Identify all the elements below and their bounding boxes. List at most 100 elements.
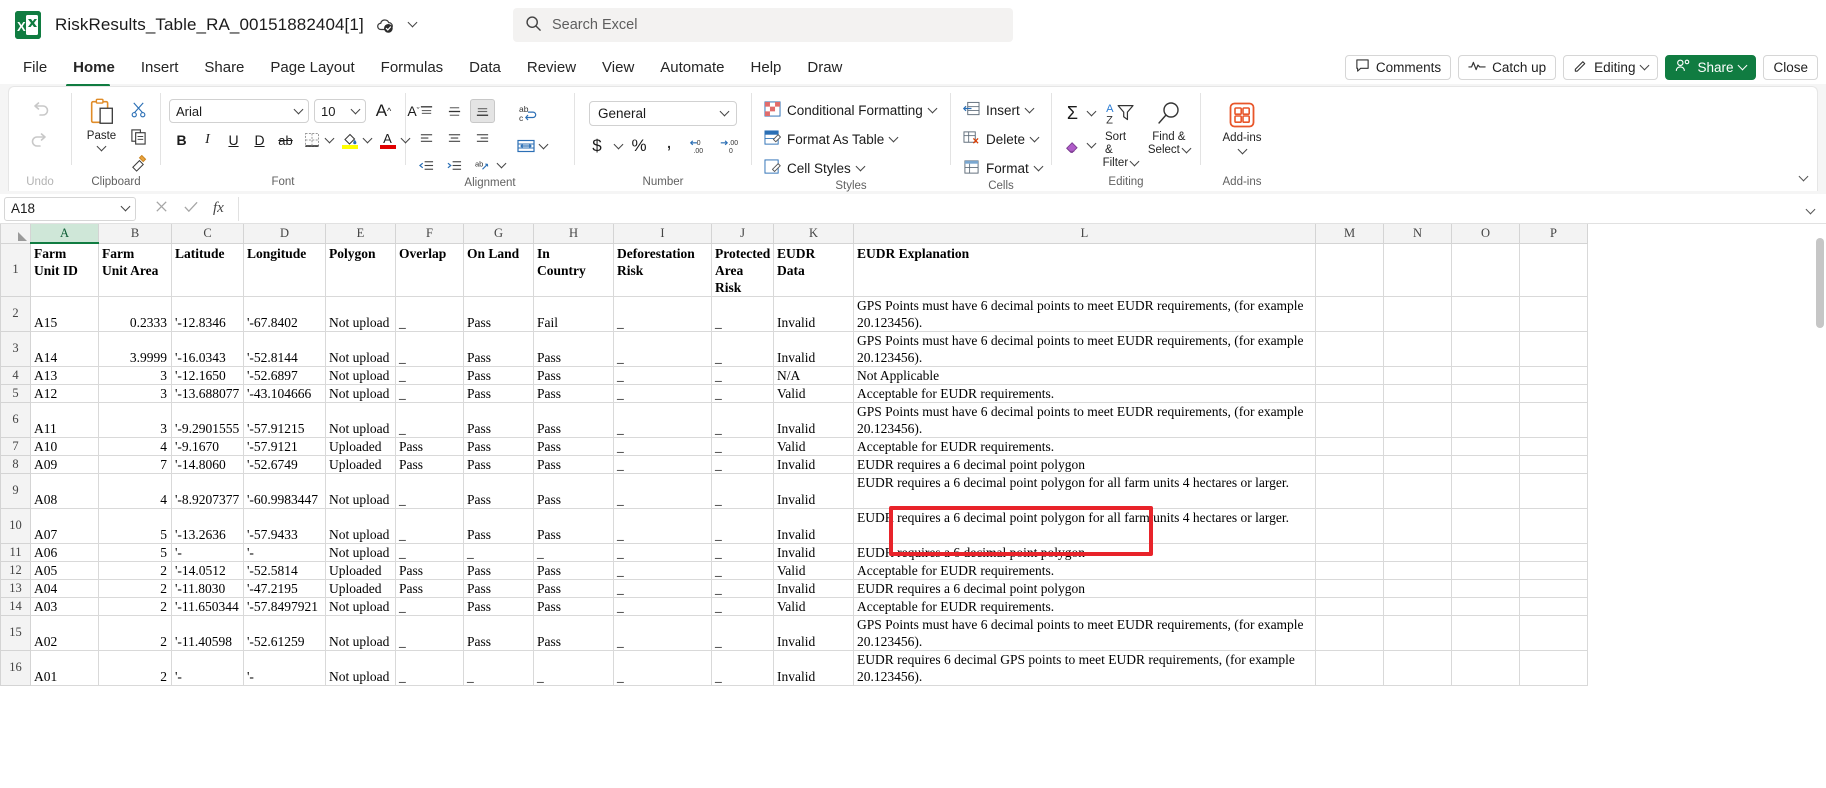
delete-cells-button[interactable]: Delete — [959, 128, 1042, 151]
grid-cell[interactable]: Not upload — [326, 331, 396, 366]
grid-header-cell[interactable]: On Land — [464, 243, 534, 296]
grid-cell[interactable]: _ — [712, 296, 774, 331]
grid-cell[interactable] — [1520, 384, 1588, 402]
grid-cell[interactable]: _ — [712, 331, 774, 366]
grid-cell[interactable]: _ — [614, 473, 712, 508]
grid-cell[interactable]: _ — [712, 561, 774, 579]
tab-review[interactable]: Review — [516, 55, 587, 80]
grid-cell[interactable]: Pass — [534, 384, 614, 402]
grid-cell[interactable]: _ — [712, 650, 774, 685]
grid-cell[interactable]: _ — [712, 384, 774, 402]
grid-cell[interactable]: '-13.688077 — [172, 384, 244, 402]
grid-cell[interactable]: Uploaded — [326, 579, 396, 597]
grid-cell[interactable]: '-57.9121 — [244, 437, 326, 455]
grid-cell[interactable]: A11 — [31, 402, 99, 437]
grid-cell[interactable] — [1520, 455, 1588, 473]
grid-cell[interactable]: _ — [396, 543, 464, 561]
align-middle-button[interactable] — [442, 99, 467, 123]
tab-draw[interactable]: Draw — [796, 55, 853, 80]
spreadsheet-grid[interactable]: ABCDEFGHIJKLMNOP1FarmUnit IDFarmUnit Are… — [0, 224, 1826, 727]
grid-cell[interactable]: 4 — [99, 437, 172, 455]
grid-table[interactable]: ABCDEFGHIJKLMNOP1FarmUnit IDFarmUnit Are… — [0, 224, 1588, 686]
grid-cell[interactable] — [1520, 579, 1588, 597]
grid-cell[interactable]: Pass — [464, 455, 534, 473]
column-header-I[interactable]: I — [614, 224, 712, 243]
share-button[interactable]: Share — [1665, 55, 1756, 80]
document-title[interactable]: RiskResults_Table_RA_00151882404[1] — [55, 15, 364, 35]
grid-cell[interactable] — [1384, 473, 1452, 508]
grid-cell[interactable]: '-11.650344 — [172, 597, 244, 615]
grid-cell[interactable]: '-9.2901555 — [172, 402, 244, 437]
grid-cell[interactable] — [1520, 543, 1588, 561]
grid-cell[interactable]: _ — [712, 615, 774, 650]
grid-cell[interactable] — [1452, 384, 1520, 402]
grid-cell[interactable]: '- — [244, 650, 326, 685]
grid-cell[interactable]: A05 — [31, 561, 99, 579]
grid-cell[interactable] — [1316, 437, 1384, 455]
grid-cell[interactable]: EUDR requires a 6 decimal point polygon … — [854, 508, 1316, 543]
catch-up-button[interactable]: Catch up — [1458, 55, 1556, 80]
grid-cell[interactable]: Pass — [396, 437, 464, 455]
grid-row[interactable]: 7A104'-9.1670'-57.9121UploadedPassPassPa… — [1, 437, 1588, 455]
tab-insert[interactable]: Insert — [130, 55, 190, 80]
grid-cell[interactable] — [1520, 296, 1588, 331]
column-header-M[interactable]: M — [1316, 224, 1384, 243]
grid-header-cell[interactable] — [1520, 243, 1588, 296]
column-header-P[interactable]: P — [1520, 224, 1588, 243]
grid-cell[interactable]: Not upload — [326, 473, 396, 508]
vertical-scrollbar[interactable] — [1814, 224, 1826, 727]
italic-button[interactable]: I — [195, 128, 220, 152]
grid-cell[interactable] — [1452, 402, 1520, 437]
grid-cell[interactable] — [1316, 473, 1384, 508]
column-header-G[interactable]: G — [464, 224, 534, 243]
grid-row[interactable]: 14A032'-11.650344'-57.8497921Not upload_… — [1, 597, 1588, 615]
align-center-button[interactable] — [442, 126, 467, 150]
grid-cell[interactable]: Not Applicable — [854, 366, 1316, 384]
row-header-5[interactable]: 5 — [1, 384, 31, 402]
grid-cell[interactable] — [1384, 384, 1452, 402]
grid-row[interactable]: 9A084'-8.9207377'-60.9983447Not upload_P… — [1, 473, 1588, 508]
grid-cell[interactable] — [1316, 508, 1384, 543]
grid-cell[interactable] — [1520, 402, 1588, 437]
grid-cell[interactable]: EUDR requires a 6 decimal point polygon … — [854, 473, 1316, 508]
grid-cell[interactable]: Valid — [774, 561, 854, 579]
grid-cell[interactable]: Valid — [774, 437, 854, 455]
grid-cell[interactable] — [1316, 579, 1384, 597]
grid-cell[interactable]: Not upload — [326, 508, 396, 543]
grid-cell[interactable]: _ — [396, 473, 464, 508]
grid-cell[interactable]: 2 — [99, 615, 172, 650]
grid-cell[interactable] — [1316, 615, 1384, 650]
grid-cell[interactable]: Not upload — [326, 615, 396, 650]
grid-cell[interactable]: '-60.9983447 — [244, 473, 326, 508]
row-header-6[interactable]: 6 — [1, 402, 31, 437]
chevron-down-icon[interactable] — [1087, 138, 1097, 148]
grid-cell[interactable]: A08 — [31, 473, 99, 508]
grid-cell[interactable]: '-14.0512 — [172, 561, 244, 579]
grid-cell[interactable] — [1316, 597, 1384, 615]
row-header-16[interactable]: 16 — [1, 650, 31, 685]
grid-cell[interactable] — [1384, 615, 1452, 650]
grid-cell[interactable] — [1316, 384, 1384, 402]
tab-help[interactable]: Help — [740, 55, 793, 80]
grid-cell[interactable]: _ — [614, 366, 712, 384]
grid-cell[interactable]: 0.2333 — [99, 296, 172, 331]
grid-cell[interactable]: _ — [614, 543, 712, 561]
increase-indent-button[interactable] — [442, 153, 467, 177]
grid-cell[interactable]: Pass — [396, 561, 464, 579]
grid-cell[interactable] — [1384, 543, 1452, 561]
grid-header-cell[interactable] — [1316, 243, 1384, 296]
grid-cell[interactable] — [1384, 561, 1452, 579]
insert-cells-button[interactable]: Insert — [959, 99, 1037, 122]
grid-header-cell[interactable]: Overlap — [396, 243, 464, 296]
grid-cell[interactable]: '-11.40598 — [172, 615, 244, 650]
insert-function-fx-icon[interactable]: fx — [213, 200, 224, 217]
grid-cell[interactable] — [1316, 543, 1384, 561]
grid-cell[interactable] — [1384, 597, 1452, 615]
grid-cell[interactable]: '-52.6749 — [244, 455, 326, 473]
grid-header-cell[interactable]: FarmUnit Area — [99, 243, 172, 296]
grid-cell[interactable] — [1316, 455, 1384, 473]
borders-button[interactable] — [299, 128, 324, 152]
grid-cell[interactable] — [1384, 296, 1452, 331]
grid-cell[interactable]: Invalid — [774, 650, 854, 685]
align-left-button[interactable] — [414, 126, 439, 150]
